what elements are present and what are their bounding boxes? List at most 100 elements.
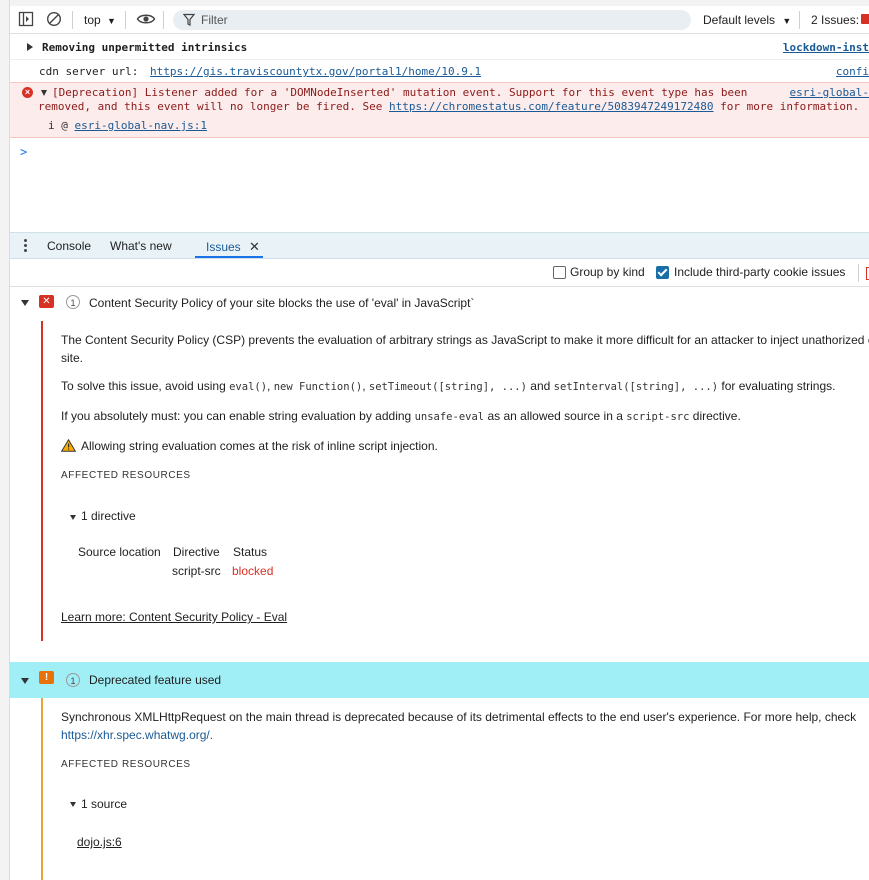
issue-body-csp: The Content Security Policy (CSP) preven… xyxy=(41,321,869,641)
group-by-kind-label: Group by kind xyxy=(570,265,645,279)
collapse-triangle-icon[interactable] xyxy=(70,515,76,520)
issues-counter[interactable]: 2 Issues: xyxy=(811,13,859,27)
chromestatus-link[interactable]: https://chromestatus.com/feature/5083947… xyxy=(389,100,714,113)
console-message: cdn server url: https://gis.traviscounty… xyxy=(10,59,869,81)
toolbar-separator xyxy=(799,11,800,29)
code-new-function: new Function() xyxy=(273,381,363,393)
error-issue-icon xyxy=(861,14,869,24)
filter-input[interactable]: Filter xyxy=(173,10,691,30)
toolbar-separator xyxy=(858,264,859,282)
must-text: If you absolutely must: you can enable s… xyxy=(61,409,412,423)
stack-link[interactable]: esri-global-nav.js:1 xyxy=(75,119,207,132)
active-tab-indicator xyxy=(195,256,263,258)
console-prompt-icon[interactable]: > xyxy=(20,145,27,159)
clear-console-icon[interactable] xyxy=(46,11,62,27)
issues-count-label: 2 Issues: xyxy=(811,13,860,27)
solve-text: To solve this issue, avoid using xyxy=(61,379,226,393)
tab-issues[interactable]: Issues ✕ xyxy=(206,239,260,255)
issue-severity-bar xyxy=(41,321,43,641)
learn-more-link[interactable]: Learn more: Content Security Policy - Ev… xyxy=(61,608,287,626)
affected-resources-heading: AFFECTED RESOURCES xyxy=(61,470,191,481)
error-text-line1: [Deprecation] Listener added for a 'DOMN… xyxy=(52,86,748,99)
issue-header-csp[interactable]: ✕ 1 Content Security Policy of your site… xyxy=(10,285,869,321)
issue-title: Content Security Policy of your site blo… xyxy=(89,296,475,310)
third-party-cookie-checkbox[interactable] xyxy=(656,266,669,279)
must-mid: as an allowed source in a xyxy=(487,409,623,423)
console-toolbar: top ▼ Filter Default levels ▼ 2 Issues: xyxy=(10,6,869,34)
cdn-url-link[interactable]: https://gis.traviscountytx.gov/portal1/h… xyxy=(150,65,481,78)
toolbar-separator xyxy=(125,11,126,29)
sidebar-toggle-icon[interactable] xyxy=(18,11,34,27)
col-source-location: Source location xyxy=(78,545,161,559)
code-eval: eval() xyxy=(229,381,268,393)
warning-text: Allowing string evaluation comes at the … xyxy=(81,439,438,453)
collapse-triangle-icon[interactable] xyxy=(70,802,76,807)
source-link[interactable]: dojo.js:6 xyxy=(77,833,122,851)
error-circle-icon: × xyxy=(22,87,33,98)
directive-toggle[interactable]: 1 directive xyxy=(81,507,136,525)
source-toggle[interactable]: 1 source xyxy=(81,795,127,813)
issue-count: 1 xyxy=(66,673,80,687)
issue-header-deprecated[interactable]: ! 1 Deprecated feature used xyxy=(10,662,869,698)
group-by-kind-checkbox[interactable] xyxy=(553,266,566,279)
issue-severity-bar xyxy=(41,698,43,880)
affected-resources-heading: AFFECTED RESOURCES xyxy=(61,759,191,770)
must-post: directive. xyxy=(692,409,741,423)
code-unsafe-eval: unsafe-eval xyxy=(414,411,485,423)
message-source-link[interactable]: lockdown-inst xyxy=(783,41,869,54)
solve-post: for evaluating strings. xyxy=(721,379,836,393)
message-source-link[interactable]: confi xyxy=(836,65,869,78)
col-directive: Directive xyxy=(173,545,220,559)
filter-icon xyxy=(183,13,195,26)
third-party-cookie-label: Include third-party cookie issues xyxy=(674,265,846,279)
filter-placeholder: Filter xyxy=(201,13,228,27)
eye-icon[interactable] xyxy=(136,11,156,27)
stack-prefix: i @ xyxy=(48,119,68,132)
log-levels-select[interactable]: Default levels ▼ xyxy=(703,13,791,27)
error-badge-icon: ✕ xyxy=(39,295,54,308)
chevron-down-icon: ▼ xyxy=(782,16,792,26)
warning-icon xyxy=(61,439,76,452)
message-label: cdn server url: xyxy=(39,65,139,78)
col-status: Status xyxy=(233,545,268,559)
close-icon[interactable]: ✕ xyxy=(249,239,260,254)
collapse-triangle-icon[interactable] xyxy=(21,678,29,684)
console-message: Removing unpermitted intrinsics lockdown… xyxy=(10,36,869,58)
message-text: Removing unpermitted intrinsics xyxy=(42,41,248,54)
issue-count: 1 xyxy=(66,295,80,309)
message-source-link[interactable]: esri-global- xyxy=(790,86,869,99)
chevron-down-icon: ▼ xyxy=(107,16,116,26)
issue-description-cont: site. xyxy=(61,351,84,365)
left-edge xyxy=(0,0,10,880)
collapse-triangle-icon[interactable] xyxy=(21,300,29,306)
error-text-line2: removed, and this event will no longer b… xyxy=(38,100,859,113)
tab-console[interactable]: Console xyxy=(47,239,91,253)
issue-body-deprecated: Synchronous XMLHttpRequest on the main t… xyxy=(41,698,869,880)
drawer-tab-bar: Console What's new Issues ✕ xyxy=(10,232,869,259)
solve-and: and xyxy=(530,379,551,393)
solve-paragraph: To solve this issue, avoid using eval(),… xyxy=(61,379,836,393)
cell-status: blocked xyxy=(232,564,274,578)
cell-directive: script-src xyxy=(172,564,221,578)
tab-issues-label: Issues xyxy=(206,240,241,254)
context-select[interactable]: top ▼ xyxy=(84,13,116,27)
issue-description: Synchronous XMLHttpRequest on the main t… xyxy=(61,710,857,724)
code-settimeout: setTimeout([string], ...) xyxy=(368,381,527,393)
error-text-pre: removed, and this event will no longer b… xyxy=(38,100,383,113)
xhr-spec-link[interactable]: https://xhr.spec.whatwg.org/. xyxy=(61,726,213,744)
code-setinterval: setInterval([string], ...) xyxy=(553,381,719,393)
toolbar-separator xyxy=(72,11,73,29)
expand-triangle-icon[interactable] xyxy=(27,43,33,51)
stack-trace-line: i @ esri-global-nav.js:1 xyxy=(48,119,207,132)
code-script-src: script-src xyxy=(626,411,690,423)
issue-description: The Content Security Policy (CSP) preven… xyxy=(61,333,869,347)
toolbar-separator xyxy=(163,11,164,29)
issues-toolbar: Group by kind Include third-party cookie… xyxy=(10,259,869,287)
tab-whats-new[interactable]: What's new xyxy=(110,239,172,253)
levels-label: Default levels xyxy=(703,13,776,27)
error-text-post: for more information. xyxy=(720,100,860,113)
context-label: top xyxy=(84,13,101,27)
console-error-message: × [Deprecation] Listener added for a 'DO… xyxy=(10,82,869,138)
more-tools-icon[interactable] xyxy=(24,239,27,253)
collapse-triangle-icon[interactable] xyxy=(41,90,47,96)
